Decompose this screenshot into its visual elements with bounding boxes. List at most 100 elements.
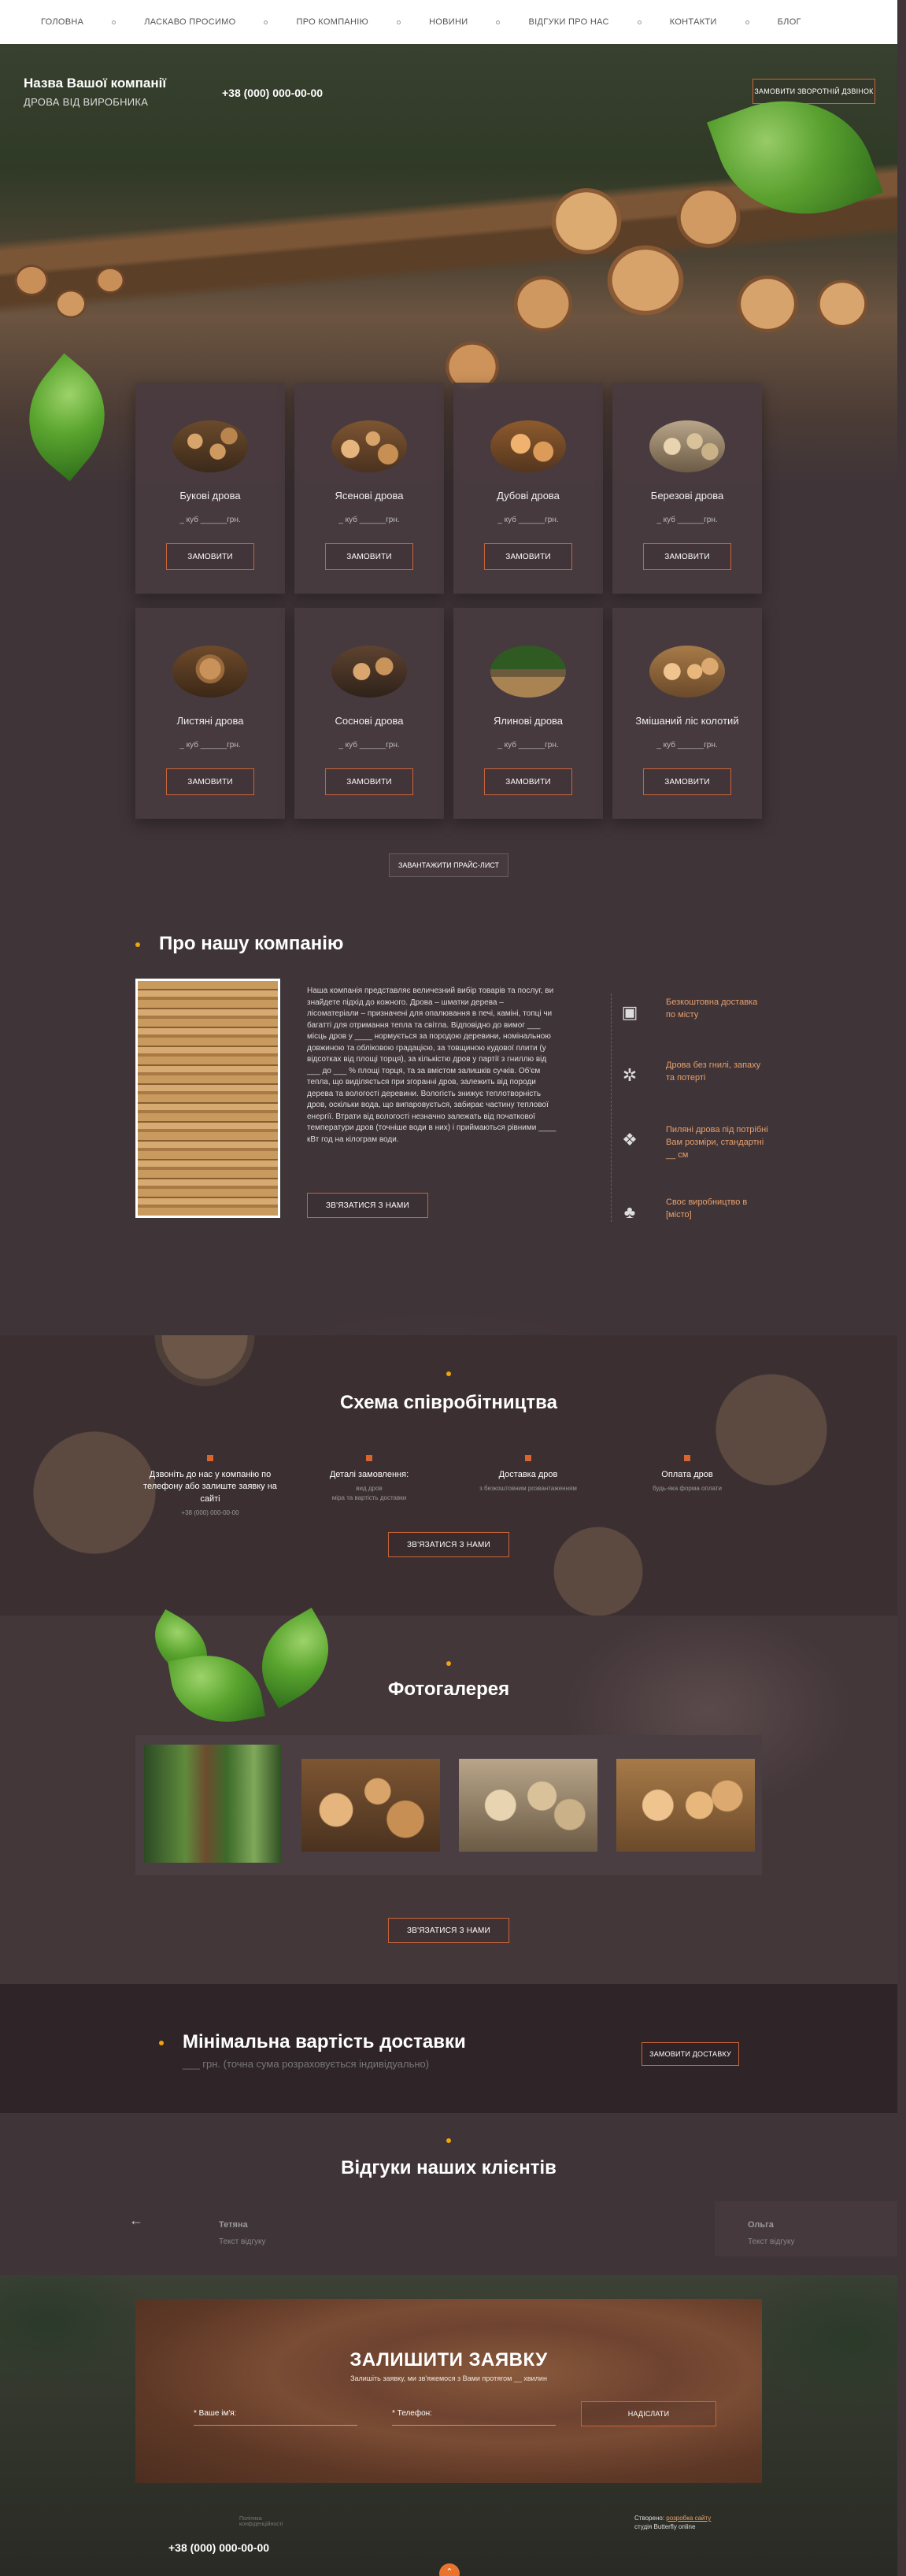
- delivery-subtitle: ___ грн. (точна сума розраховується інди…: [183, 2058, 430, 2070]
- product-price: _ куб ______грн.: [338, 516, 400, 524]
- step-title: Дзвоніть до нас у компанію по телефону а…: [143, 1470, 277, 1504]
- order-button[interactable]: Замовити: [166, 543, 254, 570]
- feature-item: ✲ Дрова без гнилі, запаху та потерті: [614, 1060, 850, 1091]
- product-card: Букові дрова _ куб ______грн. Замовити: [135, 383, 285, 594]
- credits: Створено: розробка сайту студія Butterfl…: [634, 2515, 711, 2532]
- step-item: Деталі замовлення: вид дров міра та варт…: [294, 1455, 444, 1502]
- order-button[interactable]: Замовити: [325, 543, 413, 570]
- nav-contacts[interactable]: Контакти: [670, 17, 717, 27]
- about-contact-button[interactable]: Зв'язатися з нами: [307, 1193, 428, 1218]
- company-tagline: ДРОВА ВІД ВИРОБНИКА: [24, 96, 149, 108]
- product-name: Змішаний ліс колотий: [635, 715, 739, 727]
- feature-item: ♣ Своє виробництво в [місто]: [614, 1197, 850, 1228]
- top-nav: Головна Ласкаво просимо Про компанію Нов…: [0, 0, 897, 44]
- request-card: [135, 2299, 762, 2483]
- step-item: Дзвоніть до нас у компанію по телефону а…: [135, 1455, 285, 1517]
- nav-separator: [112, 20, 116, 24]
- privacy-link[interactable]: Політика конфіденційності: [239, 2516, 283, 2527]
- request-title: ЗАЛИШИТИ ЗАЯВКУ: [349, 2349, 548, 2371]
- step-title: Доставка дров: [498, 1470, 558, 1479]
- feature-text: Своє виробництво в [місто]: [666, 1197, 748, 1220]
- order-button[interactable]: Замовити: [325, 768, 413, 795]
- nav-blog[interactable]: Блог: [778, 17, 801, 27]
- truck-icon: ▣: [621, 1002, 638, 1022]
- brand: Назва Вашої компанії ДРОВА ВІД ВИРОБНИКА: [24, 76, 166, 108]
- product-photo: [331, 646, 407, 698]
- step-item: Доставка дров з безкоштовним розвантажен…: [453, 1455, 603, 1493]
- nav-about[interactable]: Про компанію: [296, 17, 368, 27]
- product-card: Листяні дрова _ куб ______грн. Замовити: [135, 608, 285, 819]
- product-name: Ялинові дрова: [493, 715, 564, 727]
- nav-home[interactable]: Головна: [41, 17, 83, 27]
- gallery-photo[interactable]: [459, 1759, 597, 1852]
- logs-icon: ❖: [622, 1130, 638, 1149]
- review-card: Ольга Текст відгуку: [748, 2220, 794, 2246]
- product-name: Листяні дрова: [176, 715, 244, 727]
- step-desc: +38 (000) 000-00-00: [181, 1509, 239, 1517]
- product-grid: Букові дрова _ куб ______грн. Замовити Я…: [135, 383, 764, 820]
- gallery-photo[interactable]: [301, 1759, 440, 1852]
- product-card: Змішаний ліс колотий _ куб ______грн. За…: [612, 608, 762, 819]
- section-bullet: [446, 1661, 451, 1666]
- header-phone[interactable]: +38 (000) 000-00-00: [222, 87, 323, 99]
- nav-welcome[interactable]: Ласкаво просимо: [144, 17, 235, 27]
- product-card: Ялинові дрова _ куб ______грн. Замовити: [453, 608, 603, 819]
- feature-text: Пиляні дрова під потрібні Вам розміри, с…: [666, 1125, 768, 1160]
- order-button[interactable]: Замовити: [643, 768, 731, 795]
- name-field-label: * Ваше ім'я:: [194, 2409, 237, 2418]
- phone-field[interactable]: [392, 2425, 556, 2426]
- gallery-contact-button[interactable]: Зв'язатися з нами: [388, 1918, 509, 1943]
- order-button[interactable]: Замовити: [484, 768, 572, 795]
- product-name: Ясенові дрова: [335, 490, 404, 502]
- feature-text: Дрова без гнилі, запаху та потерті: [666, 1060, 761, 1083]
- nav-reviews[interactable]: Відгуки про нас: [528, 17, 608, 27]
- name-field[interactable]: [194, 2425, 357, 2426]
- about-title: Про нашу компанію: [159, 933, 344, 954]
- review-author: Тетяна: [219, 2220, 248, 2230]
- product-price: _ куб ______грн.: [497, 516, 559, 524]
- order-button[interactable]: Замовити: [484, 543, 572, 570]
- order-delivery-button[interactable]: Замовити доставку: [642, 2042, 739, 2066]
- cooperation-contact-button[interactable]: Зв'язатися з нами: [388, 1532, 509, 1557]
- product-price: _ куб ______грн.: [179, 741, 241, 749]
- product-photo: [649, 420, 725, 472]
- download-pricelist-button[interactable]: Завантажити прайс-лист: [389, 853, 508, 877]
- saw-icon: ✲: [622, 1065, 638, 1085]
- product-card: Дубові дрова _ куб ______грн. Замовити: [453, 383, 603, 594]
- request-subtitle: Залишіть заявку, ми зв'яжемося з Вами пр…: [350, 2374, 547, 2382]
- product-name: Дубові дрова: [497, 490, 560, 502]
- gallery-photo[interactable]: [616, 1759, 755, 1852]
- step-title: Оплата дров: [661, 1470, 713, 1479]
- section-bullet: [446, 2138, 451, 2143]
- footer-phone[interactable]: +38 (000) 000-00-00: [168, 2541, 269, 2554]
- step-desc: з безкоштовним розвантаженням: [479, 1485, 577, 1493]
- delivery-title: Мінімальна вартість доставки: [183, 2031, 466, 2052]
- cooperation-section: [0, 1335, 897, 1616]
- section-bullet: [446, 1371, 451, 1376]
- product-photo: [649, 646, 725, 698]
- nav-news[interactable]: Новини: [429, 17, 468, 27]
- credits-link[interactable]: розробка сайту: [666, 2515, 711, 2522]
- arrow-left-icon[interactable]: ←: [129, 2212, 143, 2229]
- product-price: _ куб ______грн.: [497, 741, 559, 749]
- gallery-photo[interactable]: [144, 1745, 282, 1863]
- send-button[interactable]: Надіслати: [581, 2401, 716, 2426]
- step-desc: вид дров міра та вартість доставки: [331, 1485, 407, 1501]
- step-desc: будь-яка форма оплати: [653, 1485, 722, 1493]
- review-card: Тетяна Текст відгуку: [219, 2220, 265, 2246]
- product-price: _ куб ______грн.: [656, 516, 718, 524]
- nav-separator: [637, 20, 642, 24]
- step-marker: [525, 1455, 531, 1461]
- product-card: Ясенові дрова _ куб ______грн. Замовити: [294, 383, 444, 594]
- callback-button[interactable]: Замовити зворотній дзвінок: [753, 79, 875, 104]
- tree-icon: ♣: [623, 1202, 636, 1222]
- features-divider: [611, 994, 612, 1222]
- feature-item: ▣ Безкоштовна доставка по місту: [614, 997, 850, 1028]
- review-text: Текст відгуку: [219, 2237, 266, 2246]
- product-price: _ куб ______грн.: [656, 741, 718, 749]
- order-button[interactable]: Замовити: [166, 768, 254, 795]
- order-button[interactable]: Замовити: [643, 543, 731, 570]
- feature-text: Безкоштовна доставка по місту: [666, 997, 758, 1020]
- section-bullet: [135, 942, 140, 947]
- credits-studio: студія Butterfly online: [634, 2522, 696, 2530]
